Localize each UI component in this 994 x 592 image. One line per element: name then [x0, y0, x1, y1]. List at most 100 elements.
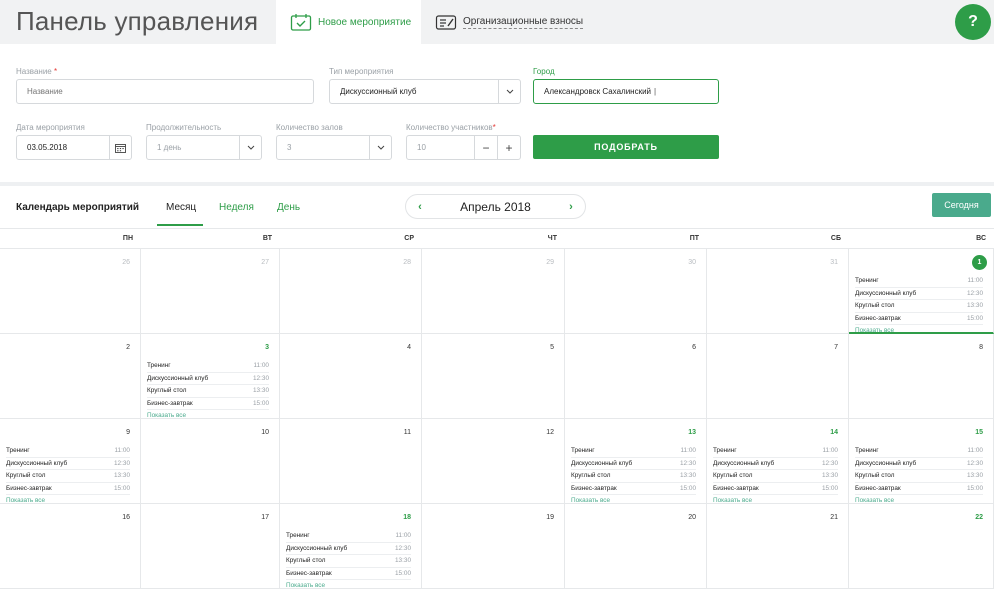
calendar-day-cell[interactable]: 30 — [565, 249, 707, 334]
name-input[interactable] — [27, 87, 313, 96]
active-view-underline — [157, 224, 203, 226]
event-item[interactable]: Дискуссионный клуб 12:30 — [6, 458, 130, 470]
calendar-title: Календарь мероприятий — [16, 202, 140, 213]
event-item[interactable]: Тренинг 11:00 — [147, 360, 269, 373]
minus-icon[interactable]: − — [474, 136, 497, 159]
name-label: Название * — [16, 67, 58, 76]
event-item[interactable]: Круглый стол 13:30 — [855, 300, 983, 313]
calendar-day-cell[interactable]: 4 — [280, 334, 422, 419]
day-number: 27 — [261, 259, 269, 266]
calendar-day-cell[interactable]: 15 Тренинг 11:00 Дискуссионный клуб 12:30 Кру… — [849, 419, 994, 504]
show-all-link[interactable]: Показать все — [6, 497, 130, 504]
view-tab-day[interactable]: День — [277, 202, 300, 213]
event-item[interactable]: Дискуссионный клуб 12:30 — [855, 458, 983, 470]
calendar-day-cell[interactable]: 22 — [849, 504, 994, 589]
calendar-day-cell[interactable]: 21 — [707, 504, 849, 589]
event-item[interactable]: Круглый стол 13:30 — [147, 385, 269, 398]
day-number: 11 — [403, 429, 411, 436]
calendar-day-cell[interactable]: 31 — [707, 249, 849, 334]
calendar-day-cell[interactable]: 26 — [0, 249, 141, 334]
weekday-header: ПН ВТ СР ЧТ ПТ СБ ВС — [0, 229, 994, 249]
event-item[interactable]: Круглый стол 13:30 — [571, 470, 696, 483]
day-number: 29 — [546, 259, 554, 266]
halls-select[interactable]: 3 — [276, 135, 392, 160]
calendar-day-cell[interactable]: 10 — [141, 419, 280, 504]
event-item[interactable]: Дискуссионный клуб 12:30 — [713, 458, 838, 470]
calendar-day-cell[interactable]: 17 — [141, 504, 280, 589]
day-number: 22 — [975, 514, 983, 521]
show-all-link[interactable]: Показать все — [286, 582, 411, 589]
show-all-link[interactable]: Показать все — [855, 327, 983, 334]
name-field[interactable] — [16, 79, 314, 104]
event-item[interactable]: Круглый стол 13:30 — [855, 470, 983, 483]
event-item[interactable]: Круглый стол 13:30 — [713, 470, 838, 483]
event-item[interactable]: Тренинг 11:00 — [713, 445, 838, 458]
show-all-link[interactable]: Показать все — [571, 497, 696, 504]
event-item[interactable]: Тренинг 11:00 — [571, 445, 696, 458]
calendar-day-cell[interactable]: 28 — [280, 249, 422, 334]
event-item[interactable]: Дискуссионный клуб 12:30 — [855, 288, 983, 300]
event-item[interactable]: Бизнес-завтрак 15:00 — [286, 568, 411, 580]
weekday-label: ПН — [122, 235, 133, 242]
calendar-icon[interactable] — [109, 136, 131, 159]
event-item[interactable]: Тренинг 11:00 — [855, 275, 983, 288]
calendar-day-cell[interactable]: 20 — [565, 504, 707, 589]
help-button[interactable]: ? — [955, 4, 991, 40]
event-item[interactable]: Круглый стол 13:30 — [6, 470, 130, 483]
event-item[interactable]: Дискуссионный клуб 12:30 — [286, 543, 411, 555]
event-item[interactable]: Дискуссионный клуб 12:30 — [147, 373, 269, 385]
chevron-left-icon[interactable]: ‹ — [414, 201, 426, 213]
tab-fees[interactable]: Организационные взносы — [421, 0, 621, 44]
event-time: 13:30 — [680, 472, 696, 480]
chevron-right-icon[interactable]: › — [565, 201, 577, 213]
today-button[interactable]: Сегодня — [932, 193, 991, 217]
calendar-day-cell[interactable]: 14 Тренинг 11:00 Дискуссионный клуб 12:30 Кру… — [707, 419, 849, 504]
calendar-day-cell[interactable]: 11 — [280, 419, 422, 504]
event-item[interactable]: Бизнес-завтрак 15:00 — [713, 483, 838, 495]
city-field[interactable]: Александровск Сахалинский | — [533, 79, 719, 104]
show-all-link[interactable]: Показать все — [713, 497, 838, 504]
calendar-day-cell[interactable]: 13 Тренинг 11:00 Дискуссионный клуб 12:30 Кру… — [565, 419, 707, 504]
event-item[interactable]: Бизнес-завтрак 15:00 — [855, 313, 983, 325]
event-item[interactable]: Тренинг 11:00 — [6, 445, 130, 458]
view-tab-week[interactable]: Неделя — [219, 202, 254, 213]
event-item[interactable]: Бизнес-завтрак 15:00 — [147, 398, 269, 410]
participants-stepper[interactable]: 10 − + — [406, 135, 521, 160]
calendar-day-cell[interactable]: 9 Тренинг 11:00 Дискуссионный клуб 12:30 Круг… — [0, 419, 141, 504]
event-time: 13:30 — [114, 472, 130, 480]
calendar-day-cell[interactable]: 6 — [565, 334, 707, 419]
type-select[interactable]: Дискуссионный клуб — [329, 79, 521, 104]
calendar-day-cell[interactable]: 27 — [141, 249, 280, 334]
calendar-day-cell[interactable]: 29 — [422, 249, 565, 334]
show-all-link[interactable]: Показать все — [147, 412, 269, 419]
event-item[interactable]: Тренинг 11:00 — [855, 445, 983, 458]
event-name: Бизнес-завтрак — [855, 484, 901, 492]
calendar-day-cell[interactable]: 1 Тренинг 11:00 Дискуссионный клуб 12:30 Круг… — [849, 249, 994, 334]
calendar-day-cell[interactable]: 3 Тренинг 11:00 Дискуссионный клуб 12:30 Круг… — [141, 334, 280, 419]
calendar-day-cell[interactable]: 16 — [0, 504, 141, 589]
calendar-day-cell[interactable]: 8 — [849, 334, 994, 419]
calendar-day-cell[interactable]: 12 — [422, 419, 565, 504]
calendar-day-cell[interactable]: 7 — [707, 334, 849, 419]
tab-new-event[interactable]: Новое мероприятие — [276, 0, 421, 44]
chevron-down-icon[interactable] — [369, 136, 391, 159]
duration-select[interactable]: 1 день — [146, 135, 262, 160]
calendar-day-cell[interactable]: 18 Тренинг 11:00 Дискуссионный клуб 12:30 Кру… — [280, 504, 422, 589]
submit-button[interactable]: ПОДОБРАТЬ — [533, 135, 719, 159]
calendar-day-cell[interactable]: 2 — [0, 334, 141, 419]
event-item[interactable]: Дискуссионный клуб 12:30 — [571, 458, 696, 470]
calendar-day-cell[interactable]: 5 — [422, 334, 565, 419]
event-item[interactable]: Бизнес-завтрак 15:00 — [6, 483, 130, 495]
event-time: 12:30 — [253, 374, 269, 382]
event-item[interactable]: Бизнес-завтрак 15:00 — [571, 483, 696, 495]
event-item[interactable]: Круглый стол 13:30 — [286, 555, 411, 568]
chevron-down-icon[interactable] — [239, 136, 261, 159]
event-item[interactable]: Тренинг 11:00 — [286, 530, 411, 543]
view-tab-month[interactable]: Месяц — [166, 202, 196, 213]
event-item[interactable]: Бизнес-завтрак 15:00 — [855, 483, 983, 495]
calendar-day-cell[interactable]: 19 — [422, 504, 565, 589]
plus-icon[interactable]: + — [497, 136, 520, 159]
chevron-down-icon[interactable] — [498, 80, 520, 103]
show-all-link[interactable]: Показать все — [855, 497, 983, 504]
date-field[interactable]: 03.05.2018 — [16, 135, 132, 160]
